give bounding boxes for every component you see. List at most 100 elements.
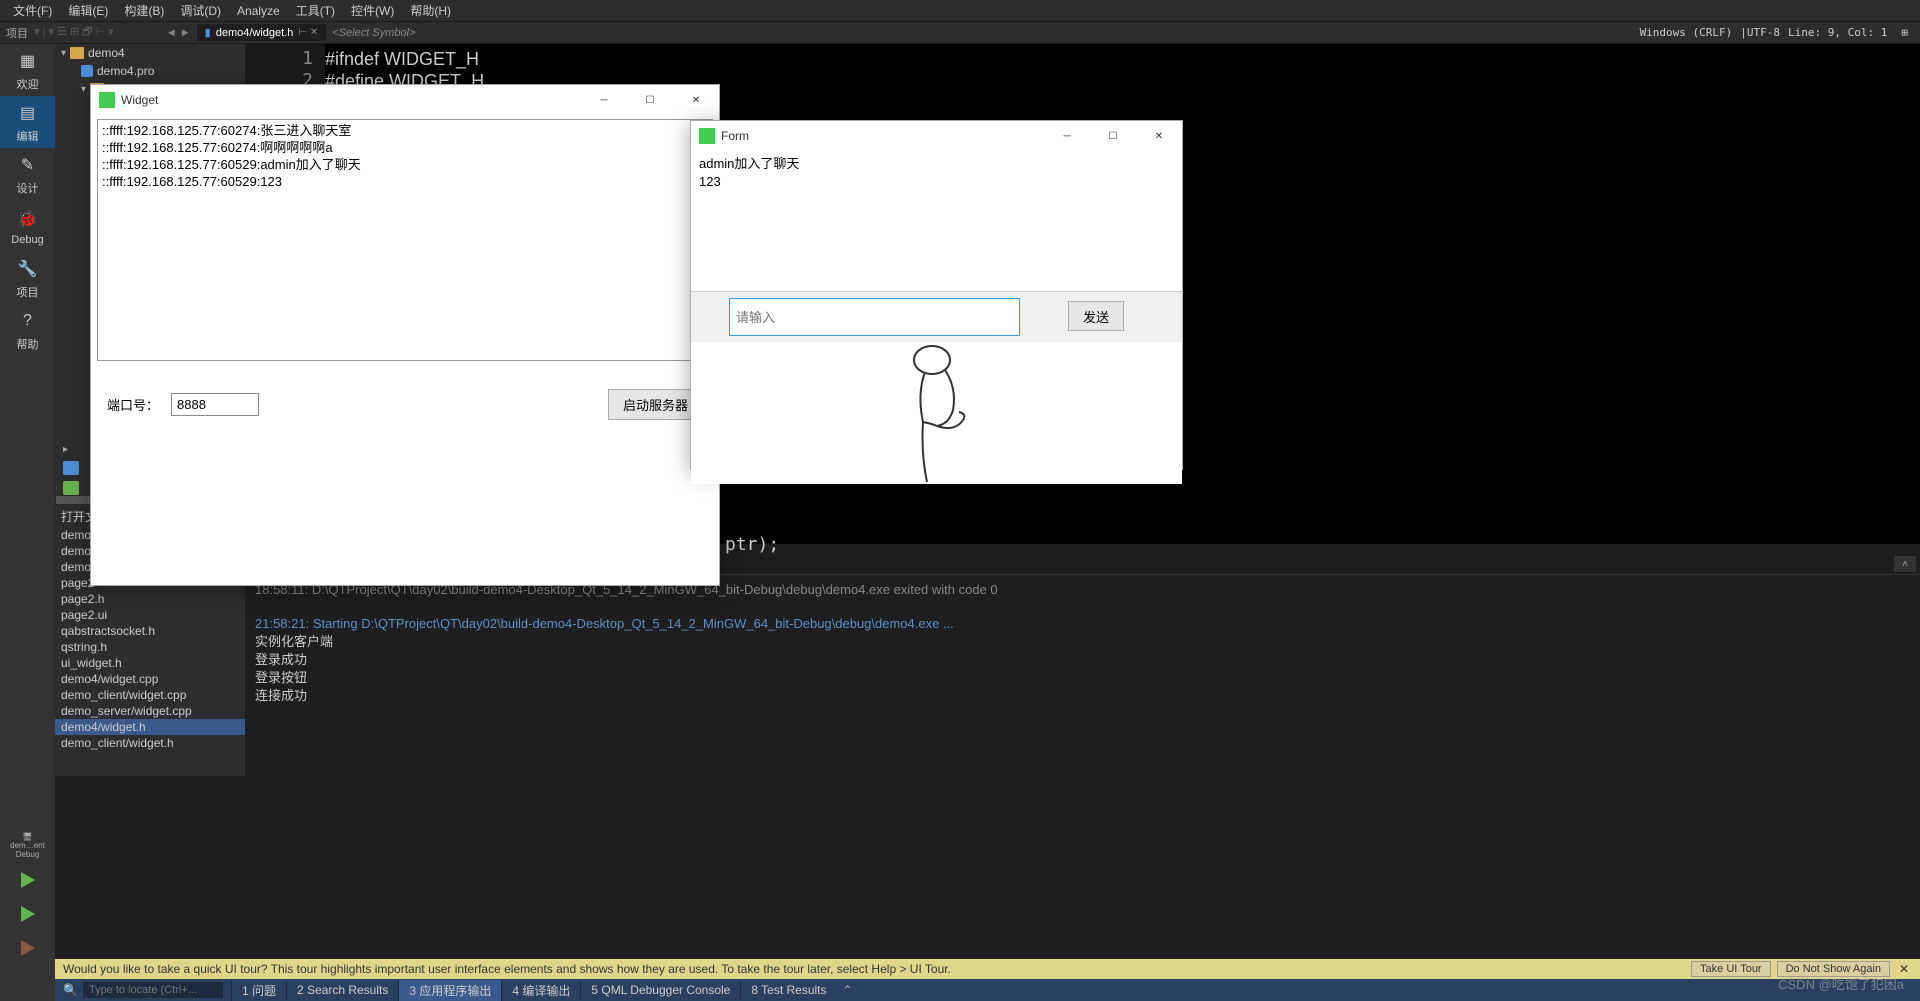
menu-analyze[interactable]: Analyze — [229, 2, 288, 20]
open-doc-item[interactable]: qstring.h — [55, 639, 245, 655]
toolbar-separator: ▾ | ▾ ☰ ⊞ 🗗 ⊢ ▾ — [34, 23, 114, 42]
symbol-selector[interactable]: <Select Symbol> — [332, 27, 415, 39]
open-doc-item[interactable]: qabstractsocket.h — [55, 623, 245, 639]
open-doc-item[interactable]: demo4/widget.cpp — [55, 671, 245, 687]
open-doc-item[interactable]: page2.ui — [55, 607, 245, 623]
mode-projects-label: 项目 — [17, 284, 39, 300]
open-doc-item[interactable]: demo_server/widget.cpp — [55, 703, 245, 719]
menu-debug[interactable]: 调试(D) — [172, 0, 229, 21]
app-output-tab[interactable]: 3 应用程序输出 — [398, 980, 501, 1001]
bookmark-icon[interactable] — [63, 461, 79, 475]
mode-help[interactable]: ? 帮助 — [0, 304, 55, 356]
split-icon[interactable]: ⊞ — [1895, 26, 1914, 39]
encoding-indicator[interactable]: |UTF-8 — [1740, 26, 1780, 39]
run-debug-button[interactable] — [15, 901, 41, 927]
kit-selector[interactable]: 🖥dem…entDebug — [8, 831, 48, 859]
bookmark-icon[interactable] — [63, 481, 79, 495]
mode-debug[interactable]: 🐞 Debug — [0, 200, 55, 252]
chat-log[interactable]: admin加入了聊天 123 — [691, 151, 1182, 291]
start-server-button[interactable]: 启动服务器 — [608, 389, 703, 420]
output-text: 实例化客户端 — [255, 633, 1910, 651]
open-doc-item[interactable]: demo_client/widget.cpp — [55, 687, 245, 703]
port-label: 端口号： — [107, 395, 159, 414]
kit-label-top: dem…ent — [8, 841, 48, 850]
form-titlebar[interactable]: Form ─ ☐ ✕ — [691, 121, 1182, 151]
debug-icon: 🐞 — [16, 207, 40, 231]
menu-help[interactable]: 帮助(H) — [402, 0, 459, 21]
expand-icon: ▾ — [61, 48, 66, 59]
tree-root-label: demo4 — [88, 46, 125, 60]
mode-edit-label: 编辑 — [17, 128, 39, 144]
server-log-textarea[interactable]: ::ffff:192.168.125.77:60274:张三进入聊天室 ::ff… — [97, 119, 713, 361]
open-doc-item[interactable]: page2.h — [55, 591, 245, 607]
mode-selector-bar: ▦欢迎 ▤编辑 ✎设计 🐞 Debug 🔧 项目 ? 帮助 🖥dem…entDebug — [0, 44, 55, 1001]
tab-filename: demo4/widget.h — [216, 27, 294, 39]
log-line: ::ffff:192.168.125.77:60274:张三进入聊天室 — [102, 122, 708, 139]
menu-widgets[interactable]: 控件(W) — [343, 0, 402, 21]
mode-welcome[interactable]: ▦欢迎 — [0, 44, 55, 96]
mode-debug-label: Debug — [11, 234, 43, 246]
run-button[interactable] — [15, 867, 41, 893]
menu-tools[interactable]: 工具(T) — [288, 0, 343, 21]
figure-drawing — [877, 344, 997, 484]
locator-input[interactable] — [83, 982, 223, 998]
tab-close-icon[interactable]: ⊢ ✕ — [298, 27, 318, 38]
play-debug-icon — [21, 906, 35, 922]
minimize-icon[interactable]: ─ — [1044, 121, 1090, 151]
send-button[interactable]: 发送 — [1068, 301, 1124, 331]
chat-line: admin加入了聊天 — [699, 155, 1174, 173]
qt-app-icon — [99, 92, 115, 108]
help-icon: ? — [16, 309, 40, 333]
take-tour-button[interactable]: Take UI Tour — [1691, 961, 1771, 977]
banner-message: Would you like to take a quick UI tour? … — [63, 962, 951, 976]
macro-name: WIDGET_H — [384, 49, 479, 69]
message-input[interactable] — [729, 298, 1020, 336]
build-button[interactable] — [15, 935, 41, 961]
status-chevron-icon[interactable]: ⌃ — [843, 983, 853, 997]
maximize-output-icon[interactable]: ˄ — [1894, 556, 1916, 572]
nav-back-icon[interactable]: ◄ ► — [166, 27, 191, 39]
test-results-tab[interactable]: 8 Test Results — [740, 981, 836, 999]
widget-title: Widget — [121, 93, 158, 107]
tree-pro-file[interactable]: demo4.pro — [55, 62, 245, 80]
kit-label-bottom: Debug — [8, 850, 48, 859]
file-icon: ▮ — [205, 26, 211, 39]
maximize-icon[interactable]: ☐ — [1090, 121, 1136, 151]
search-results-tab[interactable]: 2 Search Results — [286, 981, 398, 999]
widget-titlebar[interactable]: Widget ─ ☐ ✕ — [91, 85, 719, 115]
status-bar: 🔍 1 问题 2 Search Results 3 应用程序输出 4 编译输出 … — [55, 979, 1920, 1001]
menu-file[interactable]: 文件(F) — [5, 0, 60, 21]
close-icon[interactable]: ✕ — [673, 85, 719, 115]
maximize-icon[interactable]: ☐ — [627, 85, 673, 115]
minimize-icon[interactable]: ─ — [581, 85, 627, 115]
output-text: 连接成功 — [255, 687, 1910, 705]
tree-root[interactable]: ▾ demo4 — [55, 44, 245, 62]
output-timestamp: 21:58:21: — [255, 616, 313, 631]
qml-console-tab[interactable]: 5 QML Debugger Console — [580, 981, 740, 999]
mode-help-label: 帮助 — [17, 336, 39, 352]
mode-welcome-label: 欢迎 — [17, 76, 39, 92]
close-icon[interactable]: ✕ — [1136, 121, 1182, 151]
preprocessor-keyword: #ifndef — [325, 49, 384, 69]
mode-design[interactable]: ✎设计 — [0, 148, 55, 200]
open-doc-item[interactable]: ui_widget.h — [55, 655, 245, 671]
issues-tab[interactable]: 1 问题 — [231, 980, 286, 1001]
projects-icon: 🔧 — [16, 257, 40, 281]
form-window: Form ─ ☐ ✕ admin加入了聊天 123 发送 — [690, 120, 1183, 470]
compile-output-tab[interactable]: 4 编译输出 — [501, 980, 580, 1001]
cursor-position: Line: 9, Col: 1 — [1788, 26, 1887, 39]
editor-tab-active[interactable]: ▮ demo4/widget.h ⊢ ✕ — [197, 24, 327, 41]
hammer-icon — [21, 940, 35, 956]
mode-projects[interactable]: 🔧 项目 — [0, 252, 55, 304]
open-doc-item[interactable]: demo_client/widget.h — [55, 735, 245, 751]
output-text: Starting D:\QTProject\QT\day02\build-dem… — [313, 616, 954, 631]
menu-edit[interactable]: 编辑(E) — [60, 0, 116, 21]
mode-edit[interactable]: ▤编辑 — [0, 96, 55, 148]
application-output-pane[interactable]: 18:58:11: D:\QTProject\QT\day02\build-de… — [245, 574, 1920, 776]
play-icon — [21, 872, 35, 888]
open-doc-item[interactable]: demo4/widget.h — [55, 719, 245, 735]
line-ending-indicator[interactable]: Windows (CRLF) — [1640, 26, 1733, 39]
port-input[interactable] — [171, 393, 259, 416]
main-menu-bar: 文件(F) 编辑(E) 构建(B) 调试(D) Analyze 工具(T) 控件… — [0, 0, 1920, 22]
menu-build[interactable]: 构建(B) — [116, 0, 172, 21]
